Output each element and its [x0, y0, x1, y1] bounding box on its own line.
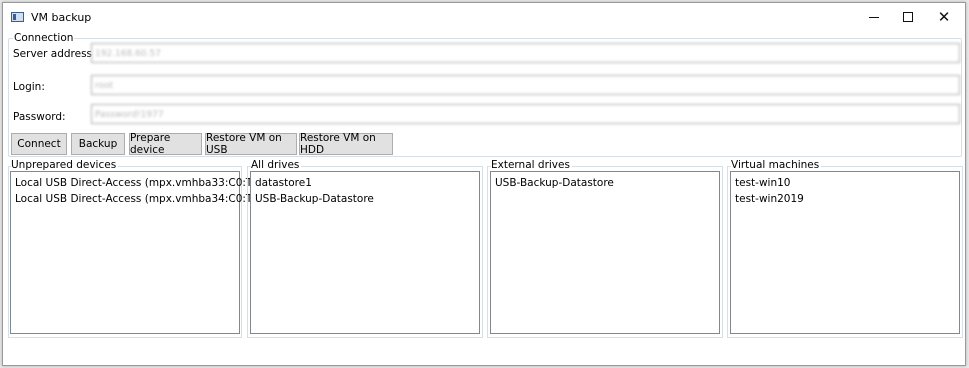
connection-group-label: Connection — [13, 32, 75, 44]
prepare-device-button[interactable]: Prepare device — [129, 132, 202, 156]
backup-button[interactable]: Backup — [71, 133, 125, 155]
maximize-icon — [903, 12, 913, 22]
restore-vm-hdd-button[interactable]: Restore VM on HDD — [299, 132, 393, 156]
restore-vm-usb-button[interactable]: Restore VM on USB — [205, 132, 297, 156]
all-drives-label: All drives — [251, 159, 302, 171]
login-input[interactable]: root — [91, 75, 960, 95]
external-drives-label: External drives — [491, 159, 572, 171]
close-button[interactable]: ✕ — [921, 3, 967, 31]
virtual-machines-list[interactable]: test-win10 test-win2019 — [730, 171, 960, 334]
app-window: VM backup ✕ Connection Server address: 1… — [2, 2, 966, 366]
window-app-icon — [11, 12, 24, 22]
virtual-machines-label: Virtual machines — [731, 159, 822, 171]
list-item[interactable]: datastore1 — [255, 175, 479, 191]
window-title: VM backup — [31, 11, 92, 24]
connect-button[interactable]: Connect — [11, 133, 67, 155]
login-label: Login: — [13, 81, 45, 93]
password-label: Password: — [13, 111, 66, 123]
password-input[interactable]: Password!1977 — [91, 104, 960, 124]
list-item[interactable]: Local USB Direct-Access (mpx.vmhba34:C0:… — [15, 191, 279, 207]
unprepared-devices-list[interactable]: Local USB Direct-Access (mpx.vmhba33:C0:… — [10, 171, 279, 334]
close-icon: ✕ — [937, 7, 951, 26]
title-bar[interactable]: VM backup ✕ — [3, 3, 965, 31]
minimize-icon — [869, 16, 879, 18]
list-item[interactable]: test-win2019 — [735, 191, 959, 207]
server-address-input[interactable]: 192.168.60.57 — [91, 43, 960, 63]
list-item[interactable]: test-win10 — [735, 175, 959, 191]
server-address-label: Server address: — [13, 48, 96, 60]
unprepared-devices-label: Unprepared devices — [11, 159, 119, 171]
list-item[interactable]: Local USB Direct-Access (mpx.vmhba33:C0:… — [15, 175, 279, 191]
external-drives-list[interactable]: USB-Backup-Datastore — [490, 171, 720, 334]
all-drives-list[interactable]: datastore1 USB-Backup-Datastore — [250, 171, 480, 334]
list-item[interactable]: USB-Backup-Datastore — [255, 191, 479, 207]
list-item[interactable]: USB-Backup-Datastore — [495, 175, 719, 191]
